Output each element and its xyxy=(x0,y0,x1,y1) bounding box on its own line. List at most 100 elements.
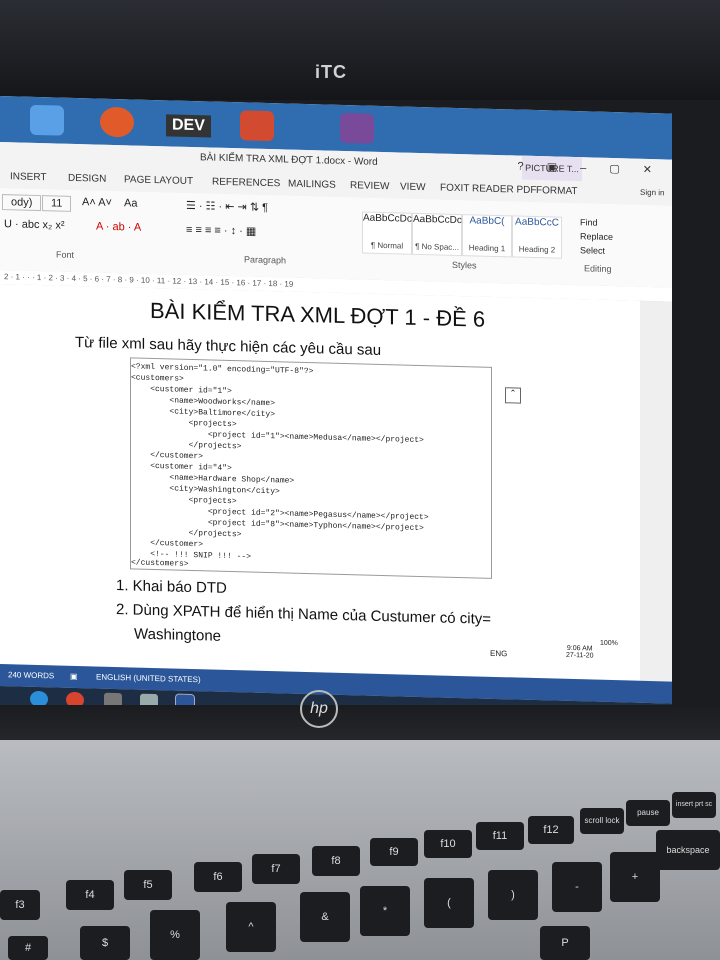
vertical-scrollbar[interactable] xyxy=(640,300,672,682)
style-preview: AaBbCcDc xyxy=(363,212,412,225)
keyboard-deck: f3 f4 f5 f6 f7 f8 f9 f10 f11 f12 scroll … xyxy=(0,740,720,960)
key[interactable]: f6 xyxy=(194,862,242,892)
code-line: <projects> xyxy=(131,494,237,507)
key[interactable]: P xyxy=(540,926,590,960)
style-name: Heading 1 xyxy=(468,243,506,254)
style-preview: AaBbCcDc xyxy=(413,213,462,227)
dev-label[interactable]: DEV xyxy=(166,114,211,138)
underline-icon[interactable]: U · abc x₂ x² xyxy=(4,218,65,232)
laptop-bezel-top: iTC xyxy=(0,0,720,100)
tab-page-layout[interactable]: PAGE LAYOUT xyxy=(124,174,193,187)
group-paragraph-label: Paragraph xyxy=(244,254,287,266)
code-line: </customer> xyxy=(131,450,204,462)
font-name-select[interactable]: ody) xyxy=(2,194,42,212)
word-count[interactable]: 240 WORDS xyxy=(8,670,54,680)
style-heading-1[interactable]: AaBbC( Heading 1 xyxy=(462,214,512,258)
key[interactable]: backspace xyxy=(656,830,720,870)
group-font-label: Font xyxy=(56,249,75,260)
grow-font-icon[interactable]: A˄ A˅ xyxy=(82,196,112,209)
style-heading-2[interactable]: AaBbCcC Heading 2 xyxy=(512,215,562,259)
tab-foxit[interactable]: FOXIT READER PDF xyxy=(440,183,537,197)
sign-in-link[interactable]: Sign in xyxy=(640,188,664,198)
app-icon[interactable] xyxy=(240,110,274,142)
key[interactable]: f10 xyxy=(424,830,472,858)
code-line: </customer> xyxy=(131,538,204,550)
group-styles-label: Styles xyxy=(452,259,477,271)
proofing-icon[interactable]: ▣ xyxy=(70,672,78,681)
key[interactable]: f5 xyxy=(124,870,172,900)
key[interactable]: f9 xyxy=(370,838,418,866)
key[interactable]: f8 xyxy=(312,846,360,876)
align-icons[interactable]: ≡ ≡ ≡ ≡ · ↕ · ▦ xyxy=(186,223,256,238)
document-page[interactable]: BÀI KIỂM TRA XML ĐỢT 1 - ĐỀ 6 Từ file xm… xyxy=(0,284,640,681)
language-indicator[interactable]: ENGLISH (UNITED STATES) xyxy=(96,673,201,685)
key[interactable]: insert prt sc xyxy=(672,792,716,818)
bullets-icon[interactable]: ☰ · ☷ · ⇤ ⇥ ⇅ ¶ xyxy=(186,199,268,214)
tab-format[interactable]: FORMAT xyxy=(536,185,577,197)
tab-references[interactable]: REFERENCES xyxy=(212,177,280,190)
key[interactable]: & xyxy=(300,892,350,942)
font-size-select[interactable]: 11 xyxy=(42,195,72,212)
tab-design[interactable]: DESIGN xyxy=(68,173,106,185)
app-icon[interactable] xyxy=(340,112,374,144)
code-line: </projects> xyxy=(131,439,242,452)
font-color-icon[interactable]: A · ab · A xyxy=(96,221,141,234)
question-2: 2. Dùng XPATH để hiển thị Name của Custu… xyxy=(116,601,492,628)
zoom-level[interactable]: 100% xyxy=(600,640,618,647)
key[interactable]: + xyxy=(610,852,660,902)
key[interactable]: scroll lock xyxy=(580,808,624,834)
select-button[interactable]: Select xyxy=(580,245,613,256)
key[interactable]: f3 xyxy=(0,890,40,920)
key[interactable]: ) xyxy=(488,870,538,920)
key[interactable]: pause break xyxy=(626,800,670,826)
key[interactable]: ^ xyxy=(226,902,276,952)
style-preview: AaBbC( xyxy=(469,215,505,228)
key[interactable]: % xyxy=(150,910,200,960)
tray-date: 27-11-20 xyxy=(566,651,594,660)
chrome-icon[interactable] xyxy=(100,106,134,138)
code-line: <projects> xyxy=(131,417,237,430)
key[interactable]: # xyxy=(8,936,48,960)
tray-language[interactable]: ENG xyxy=(490,649,507,658)
code-line: </customers> xyxy=(131,558,189,569)
document-heading: BÀI KIỂM TRA XML ĐỢT 1 - ĐỀ 6 xyxy=(150,297,486,332)
replace-button[interactable]: Replace xyxy=(580,231,613,242)
hp-logo: hp xyxy=(300,690,338,728)
style-name: ¶ No Spac... xyxy=(415,241,459,253)
style-no-spacing[interactable]: AaBbCcDc ¶ No Spac... xyxy=(412,212,462,257)
tray-clock[interactable]: 9:06 AM 27-11-20 xyxy=(566,645,594,660)
find-button[interactable]: Find xyxy=(580,217,613,228)
group-editing-label: Editing xyxy=(584,263,612,275)
tab-mailings[interactable]: MAILINGS xyxy=(288,179,336,191)
key[interactable]: - xyxy=(552,862,602,912)
tab-insert[interactable]: INSERT xyxy=(10,171,47,183)
tab-review[interactable]: REVIEW xyxy=(350,180,389,192)
change-case-icon[interactable]: Aa xyxy=(124,197,137,209)
key[interactable]: f7 xyxy=(252,854,300,884)
document-intro: Từ file xml sau hãy thực hiện các yêu cầ… xyxy=(75,333,382,359)
key[interactable]: f12 xyxy=(528,816,574,844)
key[interactable]: f11 xyxy=(476,822,524,850)
window-title: BÀI KIỂM TRA XML ĐỢT 1.docx - Word xyxy=(200,152,378,168)
app-icon[interactable] xyxy=(30,104,64,136)
layout-options-icon[interactable]: ⌃ xyxy=(505,387,521,404)
key[interactable]: $ xyxy=(80,926,130,960)
code-line: </projects> xyxy=(131,527,242,540)
tab-view[interactable]: VIEW xyxy=(400,181,426,193)
editing-group: Find Replace Select xyxy=(580,217,613,260)
question-2-continued: Washingtone xyxy=(134,625,221,645)
key[interactable]: ( xyxy=(424,878,474,928)
bezel-brand-logo: iTC xyxy=(315,62,347,82)
laptop-screen: DEV BÀI KIỂM TRA XML ĐỢT 1.docx - Word P… xyxy=(0,96,672,724)
key[interactable]: f4 xyxy=(66,880,114,910)
style-preview: AaBbCcC xyxy=(515,216,559,229)
style-normal[interactable]: AaBbCcDc ¶ Normal xyxy=(362,211,412,255)
xml-code-image[interactable]: <?xml version="1.0" encoding="UTF-8"?> <… xyxy=(130,357,492,579)
question-1: 1. Khai báo DTD xyxy=(116,577,227,597)
code-line: <customer id="1"> xyxy=(131,384,232,397)
key[interactable]: * xyxy=(360,886,410,936)
style-name: ¶ Normal xyxy=(370,240,404,251)
style-name: Heading 2 xyxy=(518,244,556,255)
code-line: <customer id="4"> xyxy=(131,461,232,474)
code-line: <customers> xyxy=(131,373,184,384)
